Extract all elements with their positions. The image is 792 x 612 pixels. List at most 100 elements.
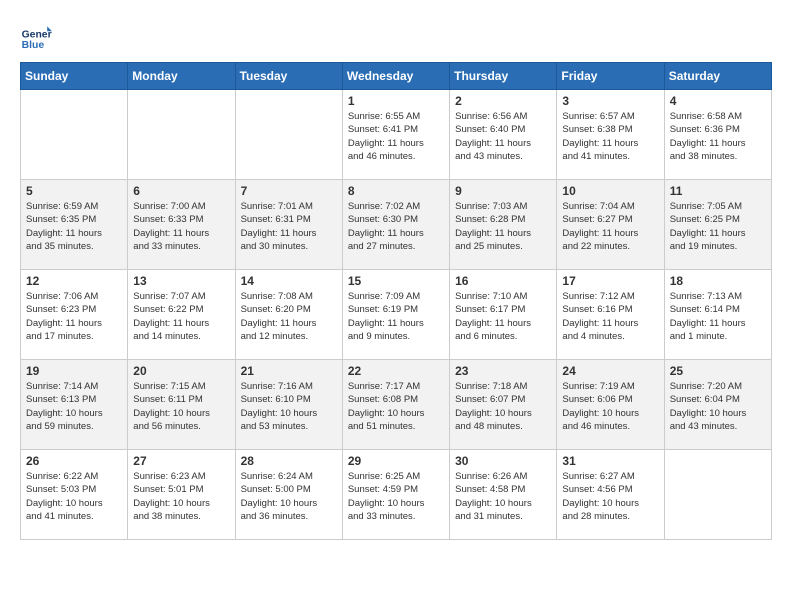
- calendar-header: SundayMondayTuesdayWednesdayThursdayFrid…: [21, 63, 772, 90]
- cell-content: Sunrise: 7:04 AM Sunset: 6:27 PM Dayligh…: [562, 200, 658, 253]
- calendar-cell: 9 Sunrise: 7:03 AM Sunset: 6:28 PM Daylig…: [450, 180, 557, 270]
- calendar-cell: 20 Sunrise: 7:15 AM Sunset: 6:11 PM Dayli…: [128, 360, 235, 450]
- calendar-cell: 11 Sunrise: 7:05 AM Sunset: 6:25 PM Dayli…: [664, 180, 771, 270]
- calendar-week-4: 19 Sunrise: 7:14 AM Sunset: 6:13 PM Dayli…: [21, 360, 772, 450]
- calendar-week-3: 12 Sunrise: 7:06 AM Sunset: 6:23 PM Dayli…: [21, 270, 772, 360]
- calendar-cell: 8Sunrise: 7:02 AM Sunset: 6:30 PM Daylig…: [342, 180, 449, 270]
- cell-content: Sunrise: 6:59 AM Sunset: 6:35 PM Dayligh…: [26, 200, 122, 253]
- day-number: 29: [348, 454, 444, 468]
- cell-content: Sunrise: 6:26 AM Sunset: 4:58 PM Dayligh…: [455, 470, 551, 523]
- day-header-wednesday: Wednesday: [342, 63, 449, 90]
- calendar-cell: 27 Sunrise: 6:23 AM Sunset: 5:01 PM Dayli…: [128, 450, 235, 540]
- day-header-friday: Friday: [557, 63, 664, 90]
- calendar-cell: [235, 90, 342, 180]
- day-number: 13: [133, 274, 229, 288]
- logo: General Blue: [20, 20, 56, 52]
- day-number: 19: [26, 364, 122, 378]
- cell-content: Sunrise: 7:17 AM Sunset: 6:08 PM Dayligh…: [348, 380, 444, 433]
- cell-content: Sunrise: 7:05 AM Sunset: 6:25 PM Dayligh…: [670, 200, 766, 253]
- cell-content: Sunrise: 7:08 AM Sunset: 6:20 PM Dayligh…: [241, 290, 337, 343]
- day-number: 18: [670, 274, 766, 288]
- day-number: 24: [562, 364, 658, 378]
- cell-content: Sunrise: 7:16 AM Sunset: 6:10 PM Dayligh…: [241, 380, 337, 433]
- cell-content: Sunrise: 6:57 AM Sunset: 6:38 PM Dayligh…: [562, 110, 658, 163]
- calendar-cell: 24 Sunrise: 7:19 AM Sunset: 6:06 PM Dayli…: [557, 360, 664, 450]
- calendar-cell: 15Sunrise: 7:09 AM Sunset: 6:19 PM Dayli…: [342, 270, 449, 360]
- cell-content: Sunrise: 7:09 AM Sunset: 6:19 PM Dayligh…: [348, 290, 444, 343]
- cell-content: Sunrise: 7:19 AM Sunset: 6:06 PM Dayligh…: [562, 380, 658, 433]
- day-number: 28: [241, 454, 337, 468]
- calendar-cell: 23Sunrise: 7:18 AM Sunset: 6:07 PM Dayli…: [450, 360, 557, 450]
- day-number: 17: [562, 274, 658, 288]
- day-number: 20: [133, 364, 229, 378]
- cell-content: Sunrise: 7:00 AM Sunset: 6:33 PM Dayligh…: [133, 200, 229, 253]
- calendar-week-2: 5 Sunrise: 6:59 AM Sunset: 6:35 PM Daylig…: [21, 180, 772, 270]
- day-number: 3: [562, 94, 658, 108]
- calendar-table: SundayMondayTuesdayWednesdayThursdayFrid…: [20, 62, 772, 540]
- logo-icon: General Blue: [20, 20, 52, 52]
- cell-content: Sunrise: 6:56 AM Sunset: 6:40 PM Dayligh…: [455, 110, 551, 163]
- day-header-saturday: Saturday: [664, 63, 771, 90]
- calendar-cell: 19 Sunrise: 7:14 AM Sunset: 6:13 PM Dayli…: [21, 360, 128, 450]
- day-number: 31: [562, 454, 658, 468]
- calendar-cell: 21 Sunrise: 7:16 AM Sunset: 6:10 PM Dayli…: [235, 360, 342, 450]
- day-number: 26: [26, 454, 122, 468]
- calendar-cell: 17Sunrise: 7:12 AM Sunset: 6:16 PM Dayli…: [557, 270, 664, 360]
- day-number: 8: [348, 184, 444, 198]
- calendar-cell: 28 Sunrise: 6:24 AM Sunset: 5:00 PM Dayli…: [235, 450, 342, 540]
- cell-content: Sunrise: 7:14 AM Sunset: 6:13 PM Dayligh…: [26, 380, 122, 433]
- day-header-thursday: Thursday: [450, 63, 557, 90]
- calendar-cell: 7 Sunrise: 7:01 AM Sunset: 6:31 PM Daylig…: [235, 180, 342, 270]
- calendar-cell: 31 Sunrise: 6:27 AM Sunset: 4:56 PM Dayli…: [557, 450, 664, 540]
- day-header-monday: Monday: [128, 63, 235, 90]
- calendar-cell: [664, 450, 771, 540]
- calendar-cell: 29 Sunrise: 6:25 AM Sunset: 4:59 PM Dayli…: [342, 450, 449, 540]
- day-number: 9: [455, 184, 551, 198]
- cell-content: Sunrise: 7:10 AM Sunset: 6:17 PM Dayligh…: [455, 290, 551, 343]
- day-number: 7: [241, 184, 337, 198]
- cell-content: Sunrise: 7:07 AM Sunset: 6:22 PM Dayligh…: [133, 290, 229, 343]
- day-number: 25: [670, 364, 766, 378]
- cell-content: Sunrise: 6:24 AM Sunset: 5:00 PM Dayligh…: [241, 470, 337, 523]
- cell-content: Sunrise: 7:20 AM Sunset: 6:04 PM Dayligh…: [670, 380, 766, 433]
- calendar-cell: 26 Sunrise: 6:22 AM Sunset: 5:03 PM Dayli…: [21, 450, 128, 540]
- calendar-cell: 16 Sunrise: 7:10 AM Sunset: 6:17 PM Dayli…: [450, 270, 557, 360]
- day-header-sunday: Sunday: [21, 63, 128, 90]
- calendar-cell: [128, 90, 235, 180]
- calendar-cell: 2 Sunrise: 6:56 AM Sunset: 6:40 PM Daylig…: [450, 90, 557, 180]
- calendar-cell: 12 Sunrise: 7:06 AM Sunset: 6:23 PM Dayli…: [21, 270, 128, 360]
- cell-content: Sunrise: 6:23 AM Sunset: 5:01 PM Dayligh…: [133, 470, 229, 523]
- page-header: General Blue: [20, 20, 772, 52]
- day-number: 1: [348, 94, 444, 108]
- day-number: 27: [133, 454, 229, 468]
- calendar-cell: 25 Sunrise: 7:20 AM Sunset: 6:04 PM Dayli…: [664, 360, 771, 450]
- calendar-cell: 22Sunrise: 7:17 AM Sunset: 6:08 PM Dayli…: [342, 360, 449, 450]
- cell-content: Sunrise: 6:25 AM Sunset: 4:59 PM Dayligh…: [348, 470, 444, 523]
- day-header-tuesday: Tuesday: [235, 63, 342, 90]
- calendar-cell: 30 Sunrise: 6:26 AM Sunset: 4:58 PM Dayli…: [450, 450, 557, 540]
- day-number: 11: [670, 184, 766, 198]
- cell-content: Sunrise: 7:01 AM Sunset: 6:31 PM Dayligh…: [241, 200, 337, 253]
- calendar-cell: 5 Sunrise: 6:59 AM Sunset: 6:35 PM Daylig…: [21, 180, 128, 270]
- cell-content: Sunrise: 6:22 AM Sunset: 5:03 PM Dayligh…: [26, 470, 122, 523]
- day-number: 14: [241, 274, 337, 288]
- day-number: 2: [455, 94, 551, 108]
- calendar-cell: 18 Sunrise: 7:13 AM Sunset: 6:14 PM Dayli…: [664, 270, 771, 360]
- cell-content: Sunrise: 6:27 AM Sunset: 4:56 PM Dayligh…: [562, 470, 658, 523]
- day-number: 6: [133, 184, 229, 198]
- cell-content: Sunrise: 7:06 AM Sunset: 6:23 PM Dayligh…: [26, 290, 122, 343]
- cell-content: Sunrise: 7:15 AM Sunset: 6:11 PM Dayligh…: [133, 380, 229, 433]
- calendar-week-1: 1 Sunrise: 6:55 AM Sunset: 6:41 PM Daylig…: [21, 90, 772, 180]
- day-number: 10: [562, 184, 658, 198]
- cell-content: Sunrise: 7:03 AM Sunset: 6:28 PM Dayligh…: [455, 200, 551, 253]
- cell-content: Sunrise: 6:58 AM Sunset: 6:36 PM Dayligh…: [670, 110, 766, 163]
- day-number: 16: [455, 274, 551, 288]
- day-number: 30: [455, 454, 551, 468]
- cell-content: Sunrise: 6:55 AM Sunset: 6:41 PM Dayligh…: [348, 110, 444, 163]
- calendar-cell: 14 Sunrise: 7:08 AM Sunset: 6:20 PM Dayli…: [235, 270, 342, 360]
- day-number: 5: [26, 184, 122, 198]
- day-number: 21: [241, 364, 337, 378]
- calendar-cell: 10 Sunrise: 7:04 AM Sunset: 6:27 PM Dayli…: [557, 180, 664, 270]
- cell-content: Sunrise: 7:13 AM Sunset: 6:14 PM Dayligh…: [670, 290, 766, 343]
- day-number: 12: [26, 274, 122, 288]
